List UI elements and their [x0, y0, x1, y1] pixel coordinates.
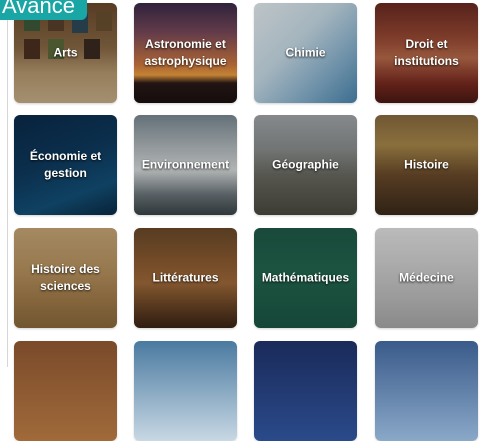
subject-tile-droit[interactable]: Droit et institutions — [375, 3, 478, 103]
subject-tile-row4-3[interactable] — [254, 341, 357, 441]
subject-tile-economie[interactable]: Économie et gestion — [14, 115, 117, 215]
subject-grid: Arts Astronomie et astrophysique Chimie … — [0, 0, 485, 441]
tile-label: Littératures — [152, 270, 219, 285]
tile-label: Mathématiques — [261, 270, 350, 285]
subject-tile-histoire-des-sciences[interactable]: Histoire des sciences — [14, 228, 117, 328]
tile-label: Histoire des sciences — [31, 262, 100, 293]
subject-tile-row4-1[interactable] — [14, 341, 117, 441]
tile-label: Histoire — [404, 157, 449, 172]
subject-tile-row4-2[interactable] — [134, 341, 237, 441]
tile-label: Chimie — [285, 45, 326, 60]
subject-tile-chimie[interactable]: Chimie — [254, 3, 357, 103]
level-tag: Avancé — [0, 0, 87, 20]
tile-label: Arts — [53, 45, 78, 60]
tile-label: Géographie — [272, 157, 339, 172]
tile-image — [254, 341, 357, 441]
tile-label: Environnement — [141, 157, 230, 172]
tile-label: Économie et gestion — [29, 149, 102, 180]
tile-image — [134, 341, 237, 441]
subject-tile-row4-4[interactable] — [375, 341, 478, 441]
subject-tile-geographie[interactable]: Géographie — [254, 115, 357, 215]
tile-label: Médecine — [399, 270, 454, 285]
tile-label: Astronomie et astrophysique — [144, 37, 227, 68]
subject-tile-medecine[interactable]: Médecine — [375, 228, 478, 328]
subject-tile-mathematiques[interactable]: Mathématiques — [254, 228, 357, 328]
tile-image — [375, 341, 478, 441]
subject-tile-histoire[interactable]: Histoire — [375, 115, 478, 215]
subject-tile-litteratures[interactable]: Littératures — [134, 228, 237, 328]
subject-tile-astronomie[interactable]: Astronomie et astrophysique — [134, 3, 237, 103]
tile-label: Droit et institutions — [394, 37, 459, 68]
tile-image — [14, 341, 117, 441]
subject-tile-environnement[interactable]: Environnement — [134, 115, 237, 215]
